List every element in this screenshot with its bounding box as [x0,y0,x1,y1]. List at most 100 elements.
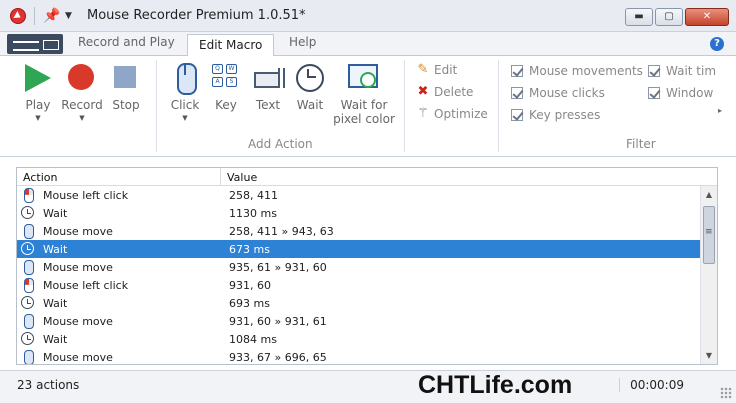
resize-grip-icon[interactable] [720,387,732,399]
stop-button[interactable]: Stop [110,62,142,112]
app-logo-icon[interactable] [10,7,26,24]
action-text: Wait [43,296,68,310]
clock-icon [21,242,35,256]
table-row[interactable]: Mouse move 258, 411 » 943, 63 [17,222,717,240]
checkbox-checked-icon [511,87,523,99]
optimize-button[interactable]: ⚚ Optimize [416,106,488,122]
checkbox-checked-icon [648,87,660,99]
mouse-icon [21,350,35,364]
table-row[interactable]: Mouse left click 258, 411 [17,186,717,204]
table-row[interactable]: Mouse move 935, 61 » 931, 60 [17,258,717,276]
ribbon-scroll-right-icon[interactable]: ▸ [718,106,722,115]
cell-action: Wait [17,206,221,220]
title-bar: 📌 ▼ Mouse Recorder Premium 1.0.51* ▬ ▢ ✕ [0,0,736,32]
text-field-icon [252,62,285,94]
pin-icon[interactable]: 📌 [43,8,60,24]
optimize-label: Optimize [434,107,488,121]
filter-mouse-clicks-checkbox[interactable]: Mouse clicks [511,86,605,100]
filter-windows-label: Window [666,86,714,100]
pixel-label-line2: pixel color [333,112,395,126]
record-button[interactable]: Record ▼ [60,62,104,122]
vertical-scrollbar[interactable]: ▲ ▼ [700,186,717,364]
action-text: Wait [43,332,68,346]
column-header-value[interactable]: Value [221,168,257,185]
action-text: Wait [43,206,68,220]
table-row[interactable]: Mouse move 933, 67 » 696, 65 [17,348,717,364]
table-row[interactable]: Mouse move 931, 60 » 931, 61 [17,312,717,330]
scrollbar-thumb[interactable] [703,206,715,264]
quick-access-dropdown-icon[interactable]: ▼ [65,11,77,21]
table-row[interactable]: Wait 673 ms [17,240,717,258]
cell-value: 693 ms [229,296,270,310]
add-wait-button[interactable]: Wait [294,62,326,112]
cell-value: 258, 411 » 943, 63 [229,224,334,238]
scroll-down-icon[interactable]: ▼ [701,347,717,364]
chevron-down-icon[interactable]: ▼ [60,114,104,122]
filter-group-label: Filter [626,137,656,151]
window-title: Mouse Recorder Premium 1.0.51* [87,8,306,23]
filter-mouse-movements-label: Mouse movements [529,64,643,78]
delete-x-icon: ✖ [417,84,429,99]
cell-action: Mouse left click [17,278,221,293]
record-label: Record [61,98,103,112]
cell-action: Wait [17,242,221,256]
ribbon-divider [498,60,499,152]
mouse-icon [21,260,35,275]
clock-icon [21,296,35,310]
action-text: Mouse move [43,260,113,274]
close-button[interactable]: ✕ [685,8,729,26]
ribbon-panel: Play ▼ Record ▼ Stop Click ▼ QW AS Key T… [0,56,736,157]
add-action-group-label: Add Action [248,137,313,151]
window-controls: ▬ ▢ ✕ [625,8,729,26]
checkbox-checked-icon [511,65,523,77]
clock-icon [21,332,35,346]
chevron-down-icon[interactable]: ▼ [22,114,54,122]
chevron-down-icon[interactable]: ▼ [168,114,202,122]
clock-icon [294,62,326,94]
cell-value: 673 ms [229,242,270,256]
file-menu-button[interactable] [7,34,63,54]
pixel-color-icon [348,62,380,94]
column-header-action[interactable]: Action [17,168,221,185]
ribbon-tab-bar: Record and Play Edit Macro Help ? [0,32,736,57]
maximize-button[interactable]: ▢ [655,8,683,26]
cell-value: 258, 411 [229,188,278,202]
minimize-button[interactable]: ▬ [625,8,653,26]
delete-button[interactable]: ✖ Delete [416,84,474,100]
table-row[interactable]: Wait 1130 ms [17,204,717,222]
magic-wand-icon: ⚚ [417,106,429,121]
add-key-button[interactable]: QW AS Key [210,62,242,112]
filter-windows-checkbox[interactable]: Window [648,86,713,100]
cell-value: 931, 60 [229,278,271,292]
list-rows: Mouse left click 258, 411 Wait 1130 ms Mouse… [17,186,717,364]
table-row[interactable]: Wait 1084 ms [17,330,717,348]
edit-button[interactable]: ✎ Edit [416,62,458,78]
add-click-button[interactable]: Click ▼ [168,62,202,122]
table-row[interactable]: Mouse left click 931, 60 [17,276,717,294]
tab-help[interactable]: Help [289,35,316,49]
checkbox-checked-icon [511,109,523,121]
action-list: Action Value Mouse left click 258, 411 Wai… [16,167,718,365]
filter-mouse-movements-checkbox[interactable]: Mouse movements [511,64,643,78]
action-text: Wait [43,242,68,256]
cell-action: Mouse move [17,350,221,364]
tab-edit-macro[interactable]: Edit Macro [187,34,275,57]
table-row[interactable]: Wait 693 ms [17,294,717,312]
play-button[interactable]: Play ▼ [22,62,54,122]
filter-key-presses-checkbox[interactable]: Key presses [511,108,600,122]
action-text: Mouse move [43,350,113,364]
add-text-button[interactable]: Text [252,62,285,112]
ribbon-divider [404,60,405,152]
add-wait-pixel-button[interactable]: Wait for pixel color [332,62,396,126]
cell-action: Mouse left click [17,188,221,203]
text-label: Text [255,98,281,112]
action-text: Mouse left click [43,278,129,292]
mouse-left-click-icon [21,188,35,203]
tab-record-and-play[interactable]: Record and Play [78,35,175,49]
cell-value: 935, 61 » 931, 60 [229,260,327,274]
scroll-up-icon[interactable]: ▲ [701,186,717,203]
cell-value: 1130 ms [229,206,277,220]
filter-wait-times-checkbox[interactable]: Wait tim [648,64,716,78]
help-icon[interactable]: ? [710,37,724,51]
pencil-icon: ✎ [417,62,429,77]
